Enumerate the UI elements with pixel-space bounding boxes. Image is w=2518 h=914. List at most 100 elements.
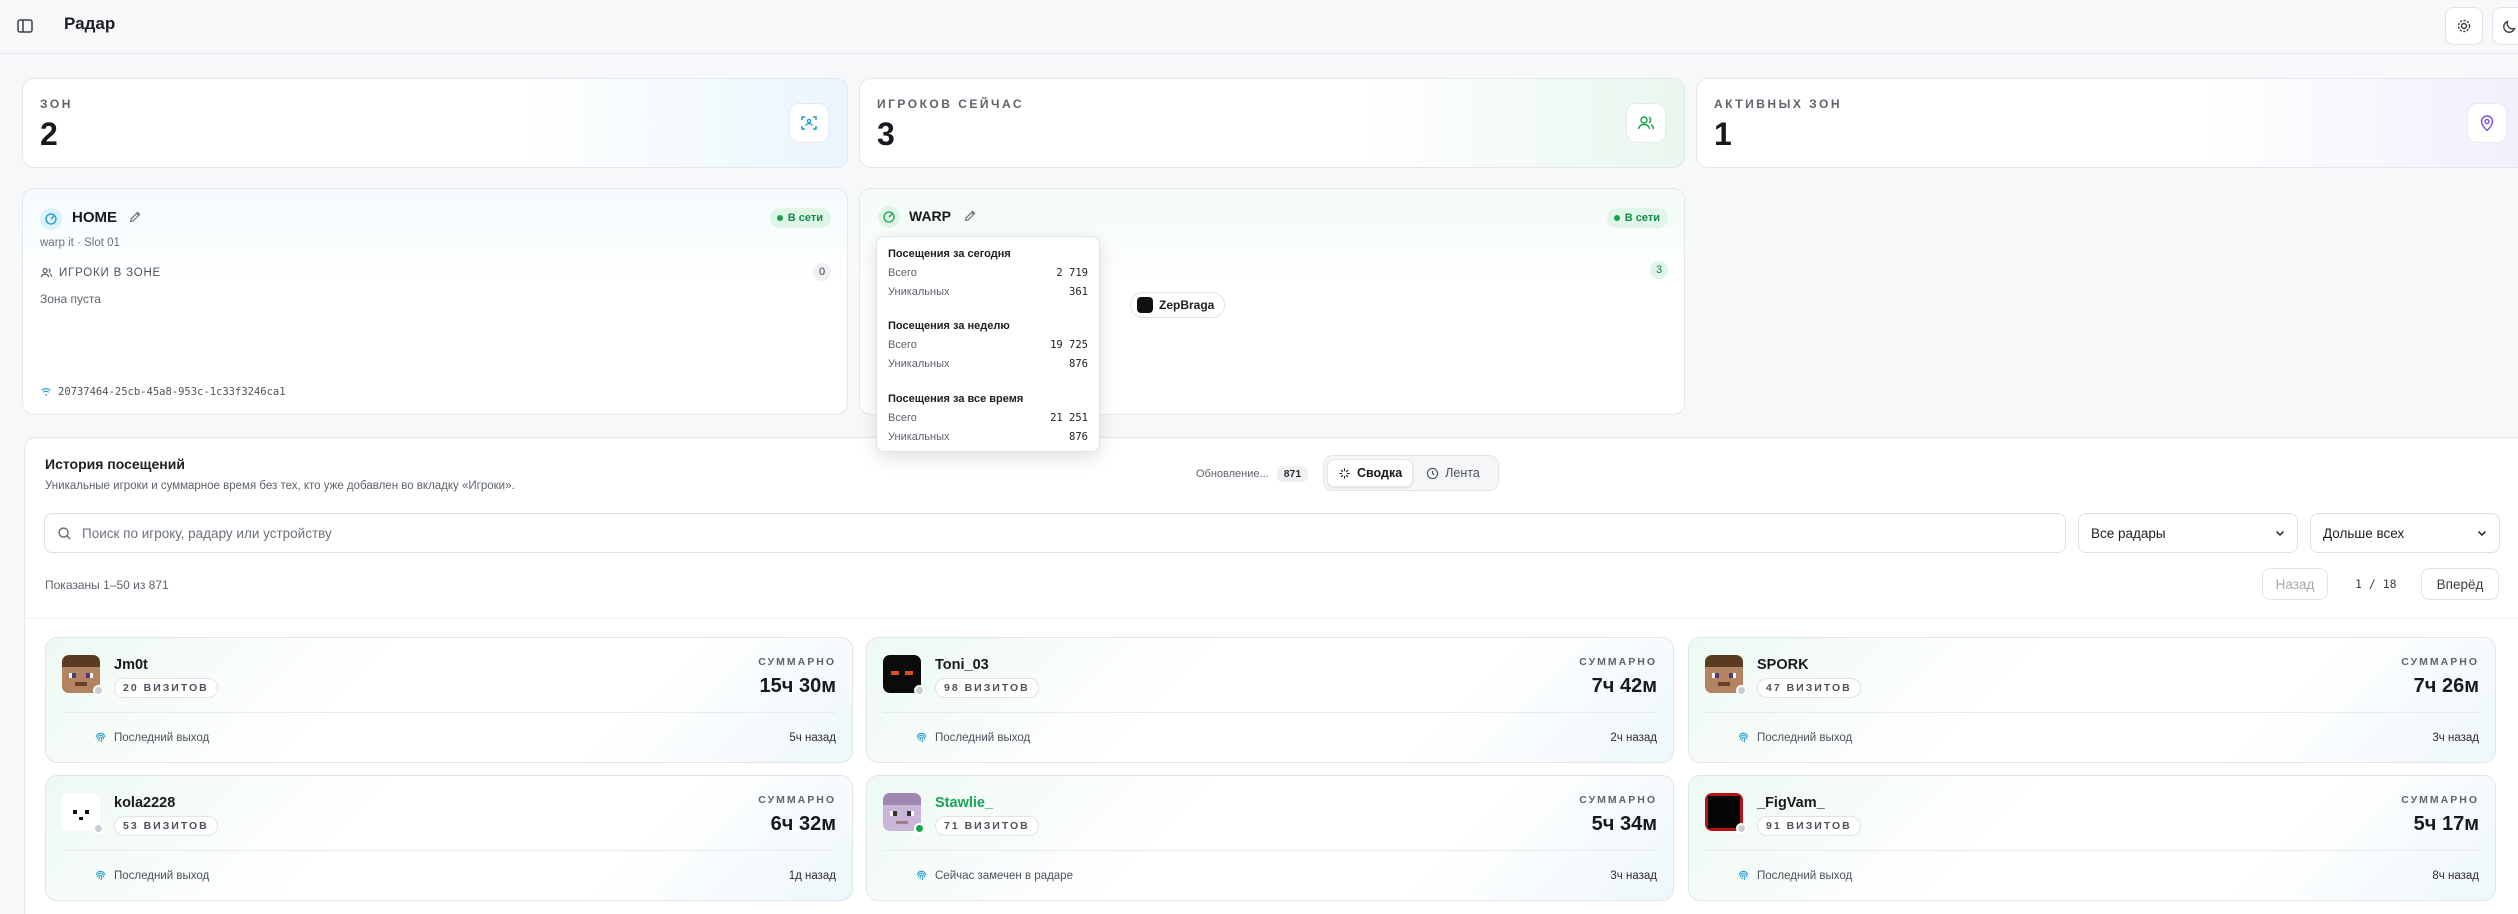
visits-badge: 98 ВИЗИТОВ <box>935 678 1039 698</box>
tooltip-heading: Посещения за сегодня <box>888 248 1011 260</box>
tooltip-row: Всего 21 251 <box>888 412 1088 424</box>
moon-icon <box>2503 20 2516 33</box>
player-name[interactable]: Stawlie_ <box>935 795 993 811</box>
visits-badge: 53 ВИЗИТОВ <box>114 816 218 836</box>
stat-value: 2 <box>40 116 58 152</box>
fingerprint-icon <box>916 732 927 743</box>
users-icon <box>1626 103 1666 143</box>
prev-page-button[interactable]: Назад <box>2262 568 2328 600</box>
last-seen-time: 8ч назад <box>2432 870 2479 882</box>
total-time: 6ч 32м <box>770 813 836 835</box>
tooltip-row-value: 876 <box>1069 358 1088 370</box>
theme-toggle-button[interactable] <box>2492 7 2518 45</box>
visits-badge: 20 ВИЗИТОВ <box>114 678 218 698</box>
player-card[interactable]: kola2228 53 ВИЗИТОВ СУММАРНО 6ч 32м Последни… <box>45 775 853 901</box>
total-time: 7ч 42м <box>1591 675 1657 697</box>
tooltip-row: Всего 19 725 <box>888 339 1088 351</box>
player-name[interactable]: Toni_03 <box>935 657 989 673</box>
visits-badge: 47 ВИЗИТОВ <box>1757 678 1861 698</box>
player-name[interactable]: SPORK <box>1757 657 1809 673</box>
online-dot <box>776 215 783 221</box>
radar-select-value: Все радары <box>2091 525 2166 541</box>
players-label-text: ИГРОКИ В ЗОНЕ <box>59 266 162 279</box>
zone-radar-icon <box>40 208 62 230</box>
search-icon <box>58 526 71 540</box>
zone-name: WARP <box>909 208 951 224</box>
last-seen-time: 1д назад <box>788 870 836 882</box>
stat-card-active-zones: АКТИВНЫХ ЗОН 1 <box>1696 78 2518 168</box>
player-name[interactable]: Jm0t <box>114 657 148 673</box>
map-pin-icon <box>2467 103 2507 143</box>
stat-label: АКТИВНЫХ ЗОН <box>1714 97 1843 111</box>
tooltip-row: Всего 2 719 <box>888 267 1088 279</box>
fingerprint-icon <box>95 732 106 743</box>
zone-card-home[interactable]: HOME В сети warp it · Slot 01 ИГРОКИ В З… <box>22 188 848 415</box>
divider <box>62 712 836 713</box>
tooltip-all-time: Посещения за все время Всего 21 251 Уника… <box>888 393 1088 443</box>
tooltip-row-label: Всего <box>888 412 917 424</box>
stat-value: 3 <box>877 116 895 152</box>
pencil-icon[interactable] <box>963 209 977 223</box>
tab-summary[interactable]: Сводка <box>1327 459 1414 487</box>
zone-players-label: ИГРОКИ В ЗОНЕ <box>40 266 161 279</box>
gear-icon <box>2457 19 2471 33</box>
search-field[interactable] <box>44 513 2066 553</box>
last-seen: Сейчас замечен в радаре <box>916 870 1073 882</box>
zone-name: HOME <box>72 209 117 226</box>
sidebar-toggle-icon[interactable] <box>7 8 43 44</box>
divider <box>25 618 2518 619</box>
zone-empty-text: Зона пуста <box>40 292 101 306</box>
player-card[interactable]: SPORK 47 ВИЗИТОВ СУММАРНО 7ч 26м Последний в… <box>1688 637 2496 763</box>
sort-select[interactable]: Дольше всех <box>2310 513 2500 553</box>
total-label: СУММАРНО <box>2401 656 2479 668</box>
total-label: СУММАРНО <box>2401 794 2479 806</box>
player-name[interactable]: _FigVam_ <box>1757 795 1825 811</box>
total-time: 5ч 34м <box>1591 813 1657 835</box>
total-label: СУММАРНО <box>1579 656 1657 668</box>
presence-dot <box>93 823 104 834</box>
device-id: 20737464-25cb-45a8-953c-1c33f3246ca1 <box>40 386 286 398</box>
last-seen-time: 2ч назад <box>1610 732 1657 744</box>
wifi-icon <box>41 388 51 396</box>
total-time: 7ч 26м <box>2413 675 2479 697</box>
search-input[interactable] <box>82 525 2032 541</box>
update-status: Обновление... 871 <box>1196 466 1309 482</box>
sort-select-value: Дольше всех <box>2323 525 2405 541</box>
player-card[interactable]: Stawlie_ 71 ВИЗИТОВ СУММАРНО 5ч 34м Сейчас з… <box>866 775 1674 901</box>
tooltip-row-value: 19 725 <box>1050 339 1088 351</box>
presence-dot <box>1736 823 1747 834</box>
tooltip-row: Уникальных 876 <box>888 358 1088 370</box>
status-text: В сети <box>1624 212 1660 224</box>
player-name[interactable]: kola2228 <box>114 795 175 811</box>
radar-select[interactable]: Все радары <box>2078 513 2298 553</box>
pencil-icon[interactable] <box>128 210 142 224</box>
next-page-button[interactable]: Вперёд <box>2421 568 2499 600</box>
last-seen: Последний выход <box>1738 870 1853 882</box>
tooltip-heading: Посещения за все время <box>888 393 1024 405</box>
tooltip-row-label: Всего <box>888 339 917 351</box>
player-chip[interactable]: ZepBraga <box>1130 292 1226 318</box>
player-card[interactable]: Toni_03 98 ВИЗИТОВ СУММАРНО 7ч 42м Последний… <box>866 637 1674 763</box>
visits-badge: 91 ВИЗИТОВ <box>1757 816 1861 836</box>
tab-feed[interactable]: Лента <box>1416 459 1490 487</box>
last-seen: Последний выход <box>95 870 209 882</box>
device-id-text: 20737464-25cb-45a8-953c-1c33f3246ca1 <box>58 386 286 398</box>
clock-icon <box>1427 467 1439 479</box>
presence-dot <box>93 685 104 696</box>
tooltip-row-value: 361 <box>1069 286 1088 298</box>
player-card[interactable]: Jm0t 20 ВИЗИТОВ СУММАРНО 15ч 30м Последний в… <box>45 637 853 763</box>
settings-button[interactable] <box>2445 7 2483 45</box>
tab-summary-label: Сводка <box>1357 466 1403 480</box>
player-chip-avatar <box>1137 297 1153 313</box>
last-seen-label: Последний выход <box>1757 870 1853 882</box>
top-bar: Радар <box>0 0 2518 54</box>
last-seen-time: 5ч назад <box>789 732 836 744</box>
tooltip-row: Уникальных 876 <box>888 431 1088 443</box>
history-title: История посещений <box>45 456 185 472</box>
last-seen-label: Последний выход <box>935 732 1031 744</box>
player-card[interactable]: _FigVam_ 91 ВИЗИТОВ СУММАРНО 5ч 17м Последни… <box>1688 775 2496 901</box>
sparkle-icon <box>1339 467 1350 479</box>
total-label: СУММАРНО <box>758 794 836 806</box>
presence-dot <box>1736 685 1747 696</box>
last-seen: Последний выход <box>916 732 1031 744</box>
